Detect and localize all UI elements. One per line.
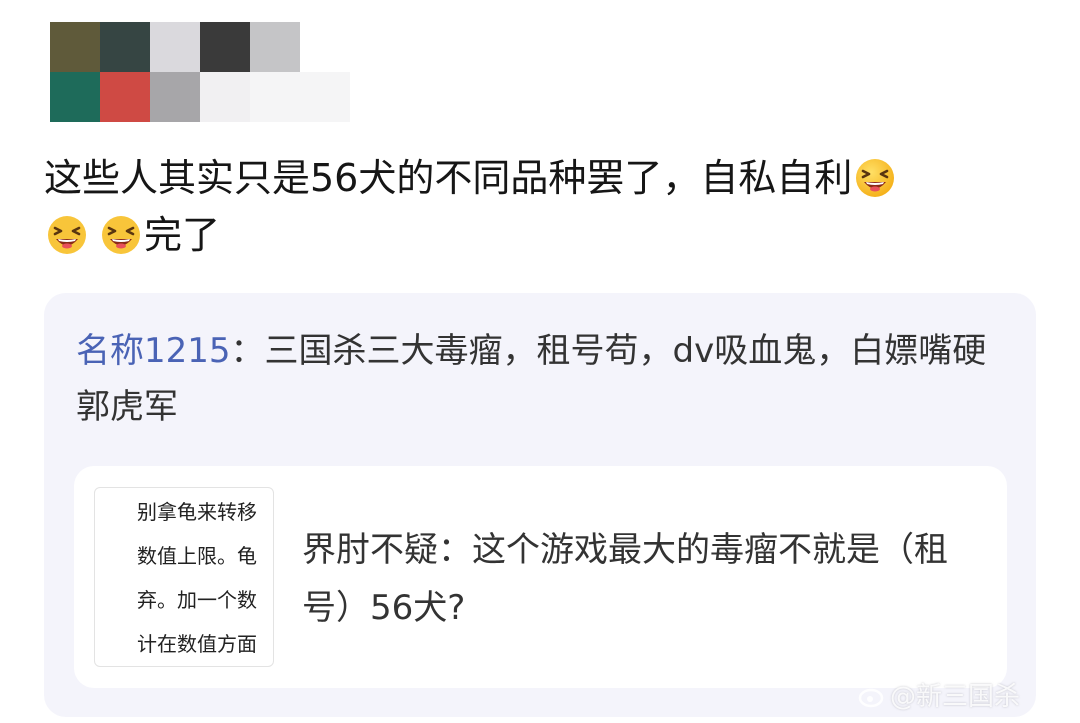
thumbnail-text-line: 弃。加一个数 (137, 588, 257, 612)
thumbnail-text-line: 计在数值方面 (137, 632, 257, 656)
grinning-squinting-emoji-icon (46, 214, 88, 256)
quoted-post-text: 名称1215：三国杀三大毒瘤，租号苟，dv吸血鬼，白嫖嘴硬郭虎军 (76, 323, 996, 435)
post-body: 这些人其实只是56犬的不同品种罢了，自私自利完了 (44, 150, 1004, 264)
weibo-logo-icon (858, 682, 886, 710)
reply-thumbnail-image[interactable]: 别拿龟来转移 数值上限。龟 弃。加一个数 计在数值方面 (94, 487, 274, 667)
reply-author[interactable]: 界肘不疑 (302, 530, 438, 570)
grinning-squinting-emoji-icon (854, 157, 896, 199)
thumbnail-text-line: 别拿龟来转移 (137, 500, 257, 524)
post-text-main: 这些人其实只是56犬的不同品种罢了，自私自利 (44, 156, 853, 200)
grinning-squinting-emoji-icon (100, 214, 142, 256)
post-text-end: 完了 (144, 213, 221, 257)
censored-avatar-and-username (50, 22, 350, 124)
post-page: 这些人其实只是56犬的不同品种罢了，自私自利完了 名称1215：三国杀三大毒瘤，… (0, 0, 1080, 723)
quoted-author-link[interactable]: 名称1215 (76, 331, 231, 371)
watermark-text: @新三国杀 (890, 682, 1021, 712)
quoted-post-card[interactable]: 名称1215：三国杀三大毒瘤，租号苟，dv吸血鬼，白嫖嘴硬郭虎军 别拿龟来转移 … (44, 293, 1036, 717)
reply-text: 界肘不疑：这个游戏最大的毒瘤不就是（租号）56犬? (302, 521, 992, 637)
quote-separator: ： (230, 331, 265, 371)
thumbnail-text-line: 数值上限。龟 (137, 544, 257, 568)
watermark: @新三国杀 (858, 676, 1020, 713)
reply-separator: ： (438, 530, 472, 570)
nested-reply-card[interactable]: 别拿龟来转移 数值上限。龟 弃。加一个数 计在数值方面 界肘不疑：这个游戏最大的… (74, 466, 1007, 688)
